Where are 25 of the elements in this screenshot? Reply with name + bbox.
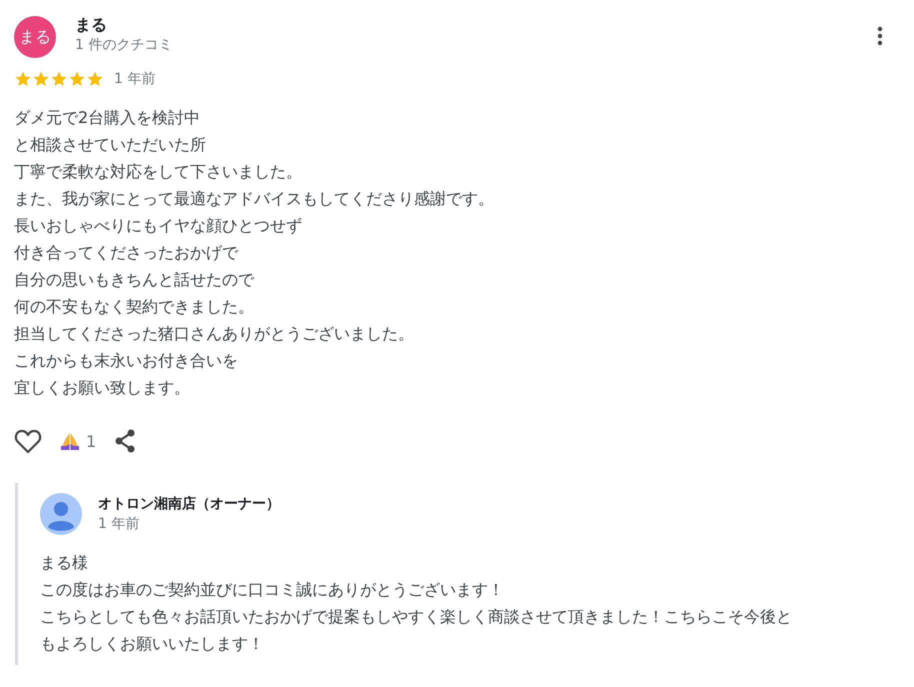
review-text: ダメ元で2台購入を検討中 bbox=[14, 107, 202, 129]
review-text: 長いおしゃべりにもイヤな顔ひとつせず bbox=[14, 215, 303, 237]
praying-hands-icon[interactable] bbox=[60, 431, 80, 451]
review-text: 担当してくださった猪口さんありがとうございました。 bbox=[14, 323, 415, 345]
review-text: 宜しくお願い致します。 bbox=[14, 377, 191, 399]
review-text: 丁寧で柔軟な対応をして下さいました。 bbox=[14, 161, 303, 183]
review-text: 付き合ってくださったおかげで bbox=[14, 242, 240, 264]
reply-text: まる様 bbox=[40, 552, 89, 574]
owner-name: オトロン湘南店（オーナー） bbox=[98, 494, 281, 514]
reply-time: 1 年前 bbox=[98, 515, 140, 534]
review-text: これからも末永いお付き合いを bbox=[14, 350, 239, 372]
review-text: と相談させていただいた所 bbox=[14, 134, 207, 156]
avatar: まる bbox=[14, 16, 56, 58]
reply-text: こちらとしても色々お話頂いたおかげで提案もしやすく楽しく商談させて頂きました！こちらこそ今後ともよろしくお願いいたします！ bbox=[40, 606, 793, 655]
review-text: 自分の思いもきちんと話せたので bbox=[14, 269, 256, 291]
reviewer-name[interactable]: まる bbox=[75, 14, 851, 36]
reply-text: この度はお車のご契約並びに口コミ誠にありがとうございます！ bbox=[40, 579, 505, 601]
review-time: 1 年前 bbox=[114, 70, 156, 88]
review-text: また、我が家にとって最適なアドバイスもしてくださり感謝です。 bbox=[14, 188, 495, 210]
reaction-count: 1 bbox=[86, 432, 96, 450]
review-text: 何の不安もなく契約できました。 bbox=[14, 296, 255, 318]
owner-avatar-icon bbox=[40, 493, 82, 535]
review-count: 1 件のクチコミ bbox=[75, 36, 174, 54]
like-icon[interactable] bbox=[14, 428, 42, 454]
share-icon[interactable] bbox=[114, 429, 136, 453]
